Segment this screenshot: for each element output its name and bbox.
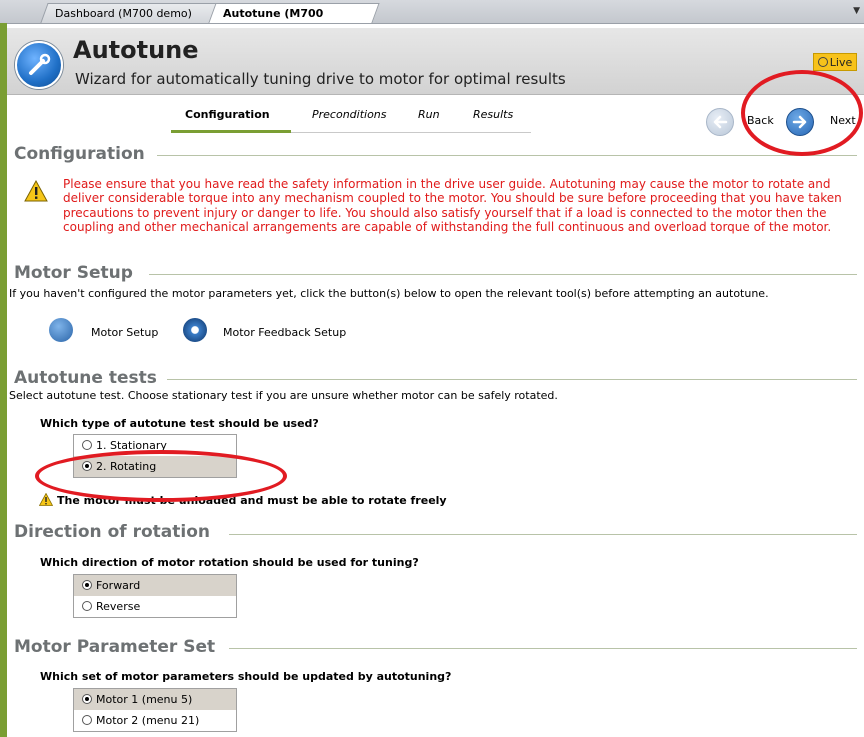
wizard-steps: Configuration Preconditions Run Results xyxy=(7,96,864,133)
page-subtitle: Wizard for automatically tuning drive to… xyxy=(75,70,566,88)
section-parameter-set-title: Motor Parameter Set xyxy=(14,637,216,657)
section-motor-setup-title: Motor Setup xyxy=(14,263,133,283)
option-label: Motor 2 (menu 21) xyxy=(96,714,200,727)
radio-icon[interactable] xyxy=(82,440,92,450)
section-autotune-tests-title: Autotune tests xyxy=(14,368,157,388)
option-reverse[interactable]: Reverse xyxy=(74,596,236,617)
window-frame-left xyxy=(0,23,7,737)
live-status-badge[interactable]: Live xyxy=(813,53,857,71)
option-motor-1[interactable]: Motor 1 (menu 5) xyxy=(74,689,236,710)
tab-dashboard[interactable]: Dashboard (M700 demo) × xyxy=(40,3,224,40)
live-label: Live xyxy=(829,56,853,69)
arrow-left-icon xyxy=(713,115,728,129)
motor-setup-description: If you haven't configured the motor para… xyxy=(9,287,769,300)
autotune-test-question: Which type of autotune test should be us… xyxy=(40,417,319,430)
section-direction-title: Direction of rotation xyxy=(14,522,210,542)
option-forward[interactable]: Forward xyxy=(74,575,236,596)
parameter-set-options: Motor 1 (menu 5) Motor 2 (menu 21) xyxy=(73,688,237,732)
highlight-ellipse-next xyxy=(741,70,863,156)
motor-setup-icon[interactable] xyxy=(49,318,73,342)
option-label: Forward xyxy=(96,579,141,592)
motor-setup-button[interactable]: Motor Setup xyxy=(91,326,158,339)
direction-question: Which direction of motor rotation should… xyxy=(40,556,419,569)
step-run[interactable]: Run xyxy=(418,108,440,121)
radio-icon[interactable] xyxy=(82,601,92,611)
section-configuration-title: Configuration xyxy=(14,144,145,164)
tab-autotune[interactable]: Autotune (M700 demo) × xyxy=(208,3,380,40)
option-label: Motor 1 (menu 5) xyxy=(96,693,193,706)
option-motor-2[interactable]: Motor 2 (menu 21) xyxy=(74,710,236,731)
section-divider xyxy=(229,648,857,649)
motor-feedback-icon[interactable] xyxy=(183,318,207,342)
page-title: Autotune xyxy=(73,36,199,64)
document-tab-strip: Dashboard (M700 demo) × Autotune (M700 d… xyxy=(0,0,864,40)
tab-dropdown-icon[interactable]: ▼ xyxy=(853,6,860,16)
motor-feedback-setup-button[interactable]: Motor Feedback Setup xyxy=(223,326,346,339)
section-divider xyxy=(157,155,857,156)
live-indicator-icon xyxy=(817,57,828,67)
step-preconditions[interactable]: Preconditions xyxy=(312,108,387,121)
autotune-wizard: Autotune Wizard for automatically tuning… xyxy=(7,28,864,737)
option-label: Reverse xyxy=(96,600,141,613)
tab-dashboard-label: Dashboard (M700 demo) xyxy=(54,7,192,20)
wizard-header: Autotune Wizard for automatically tuning… xyxy=(7,28,864,95)
section-divider xyxy=(167,379,857,380)
step-configuration[interactable]: Configuration xyxy=(185,108,270,121)
autotune-tests-description: Select autotune test. Choose stationary … xyxy=(9,389,558,402)
radio-icon[interactable] xyxy=(82,715,92,725)
parameter-set-question: Which set of motor parameters should be … xyxy=(40,670,452,683)
autotune-wrench-icon xyxy=(15,41,63,89)
safety-warning-text: Please ensure that you have read the saf… xyxy=(63,177,842,234)
section-divider xyxy=(229,534,857,535)
caution-icon xyxy=(38,492,54,509)
direction-options: Forward Reverse xyxy=(73,574,237,618)
section-divider xyxy=(149,274,857,275)
steps-active-indicator xyxy=(171,130,291,133)
warning-icon xyxy=(24,179,48,205)
radio-selected-icon[interactable] xyxy=(82,580,92,590)
highlight-ellipse-rotating xyxy=(35,450,287,502)
back-button[interactable] xyxy=(706,108,734,136)
step-results[interactable]: Results xyxy=(473,108,513,121)
radio-selected-icon[interactable] xyxy=(82,694,92,704)
